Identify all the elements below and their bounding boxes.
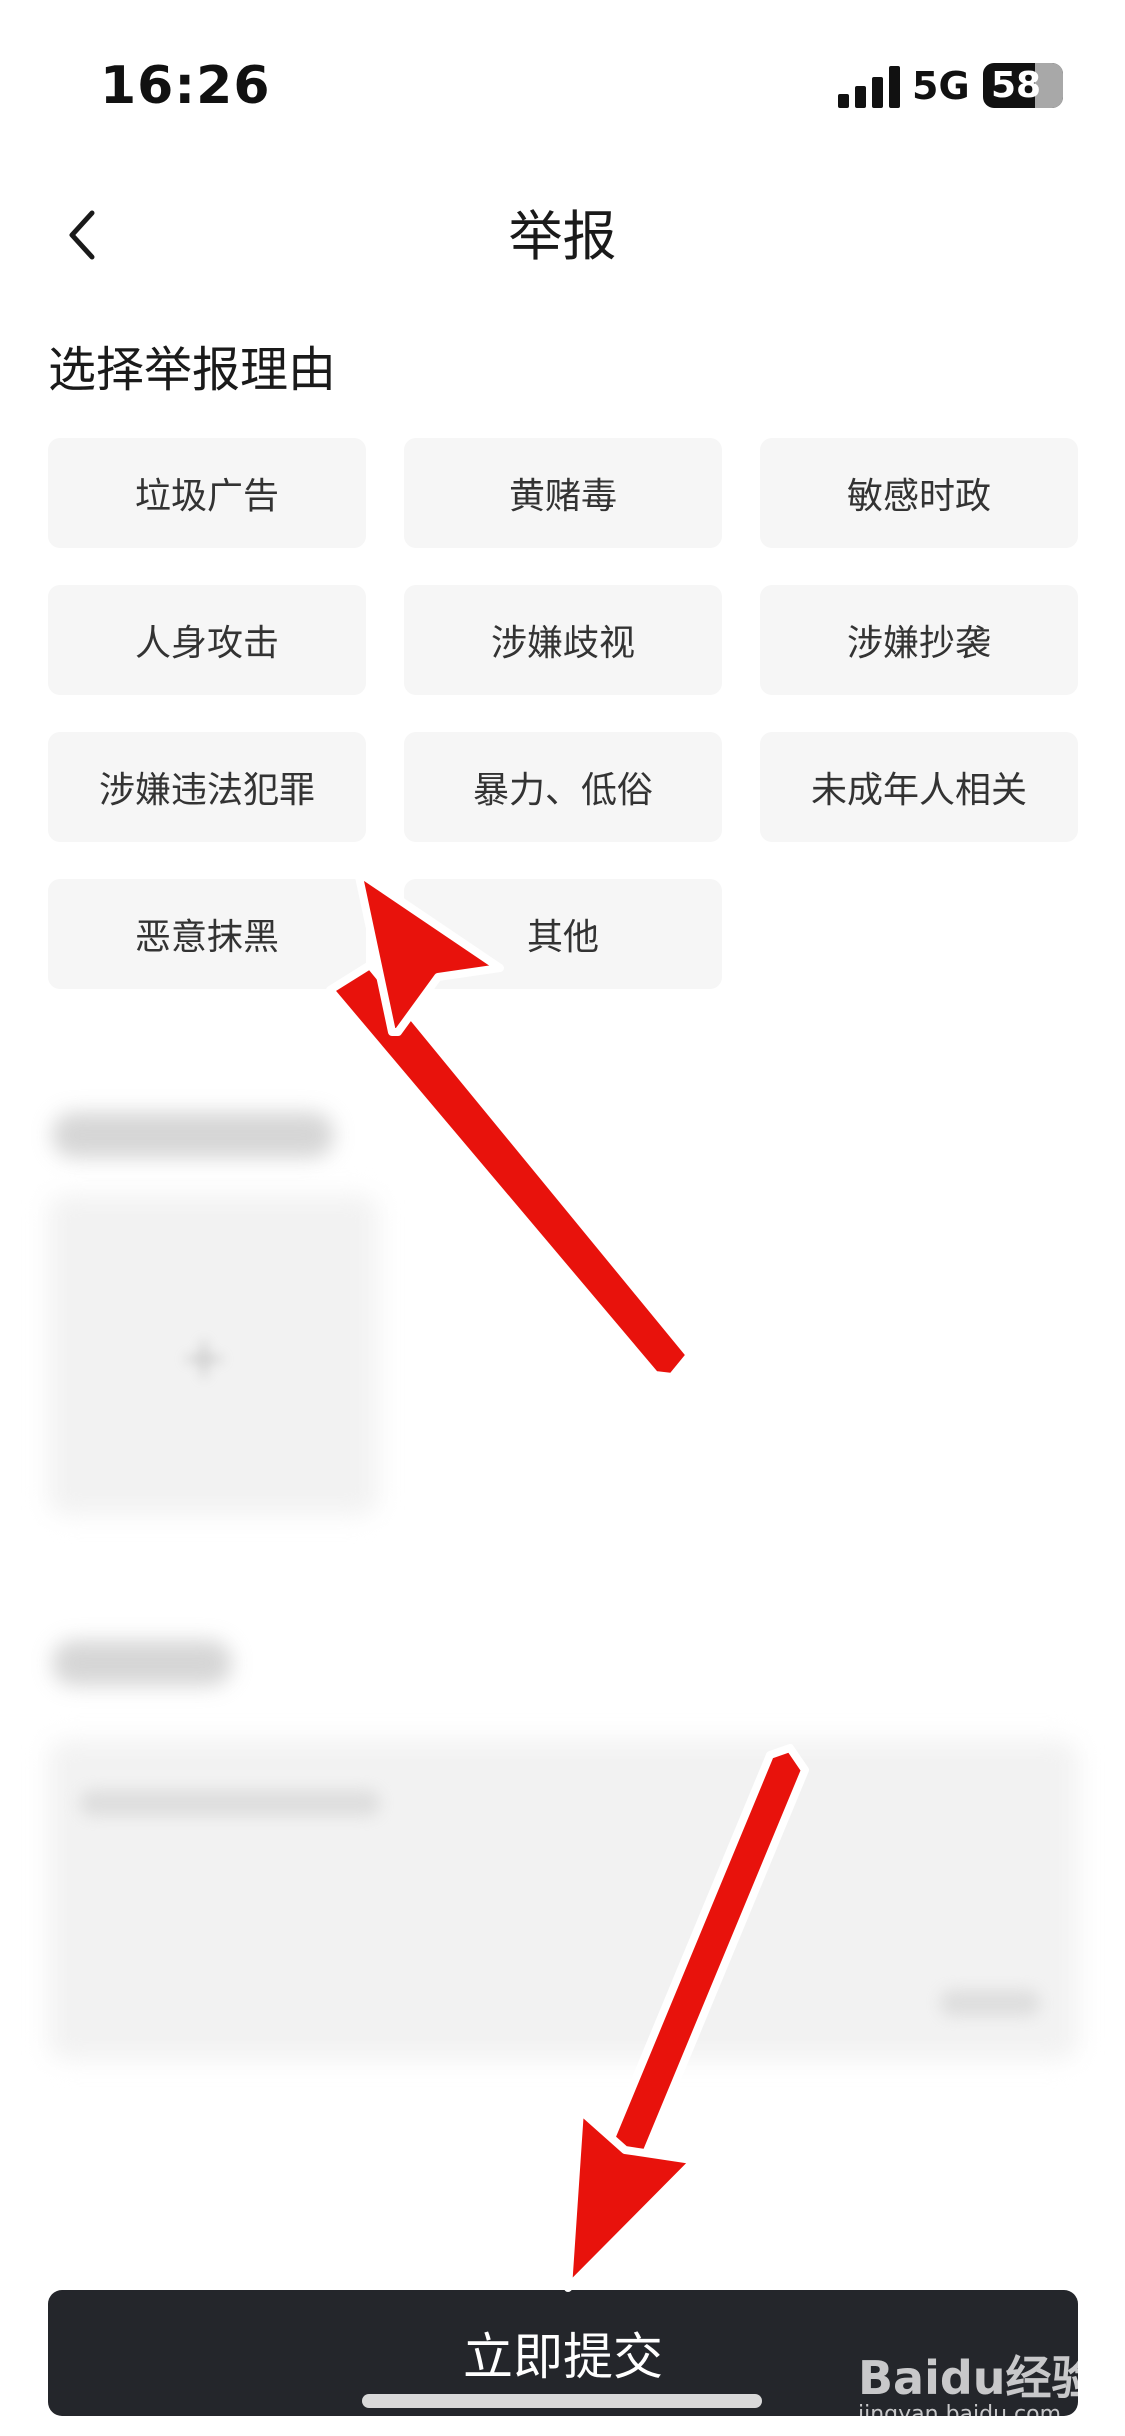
reason-option[interactable]: 涉嫌抄袭 <box>760 585 1078 695</box>
watermark-brand: Baidu经验 <box>858 2351 1098 2405</box>
blurred-counter <box>940 1990 1040 2016</box>
plus-icon <box>186 1341 222 1377</box>
page-title: 举报 <box>508 205 617 268</box>
reason-option[interactable]: 恶意抹黑 <box>48 879 366 989</box>
status-time: 16:26 <box>100 56 271 116</box>
reason-option[interactable]: 垃圾广告 <box>48 438 366 548</box>
blurred-heading <box>52 1112 334 1158</box>
battery-icon: 58 <box>983 63 1063 108</box>
nav-bar: 举报 <box>0 170 1125 320</box>
signal-icon <box>838 66 900 108</box>
blurred-placeholder <box>80 1790 380 1816</box>
blurred-text-area[interactable] <box>48 1740 1078 2060</box>
battery-level: 58 <box>991 65 1042 106</box>
blurred-heading <box>52 1640 232 1686</box>
reason-option[interactable]: 未成年人相关 <box>760 732 1078 842</box>
baidu-watermark: Baidu经验 jingyan.baidu.com <box>848 2326 1098 2427</box>
reason-option[interactable]: 黄赌毒 <box>404 438 722 548</box>
watermark-url: jingyan.baidu.com <box>858 2402 1062 2427</box>
reason-option[interactable]: 涉嫌歧视 <box>404 585 722 695</box>
submit-label: 立即提交 <box>463 2328 663 2386</box>
reason-option[interactable]: 其他 <box>404 879 722 989</box>
reason-option[interactable]: 暴力、低俗 <box>404 732 722 842</box>
section-title: 选择举报理由 <box>48 342 337 398</box>
network-type: 5G <box>912 64 970 108</box>
reason-option[interactable]: 涉嫌违法犯罪 <box>48 732 366 842</box>
home-indicator <box>362 2394 762 2408</box>
status-bar: 16:26 5G 58 <box>0 0 1125 170</box>
reason-option[interactable]: 人身攻击 <box>48 585 366 695</box>
reason-option[interactable]: 敏感时政 <box>760 438 1078 548</box>
